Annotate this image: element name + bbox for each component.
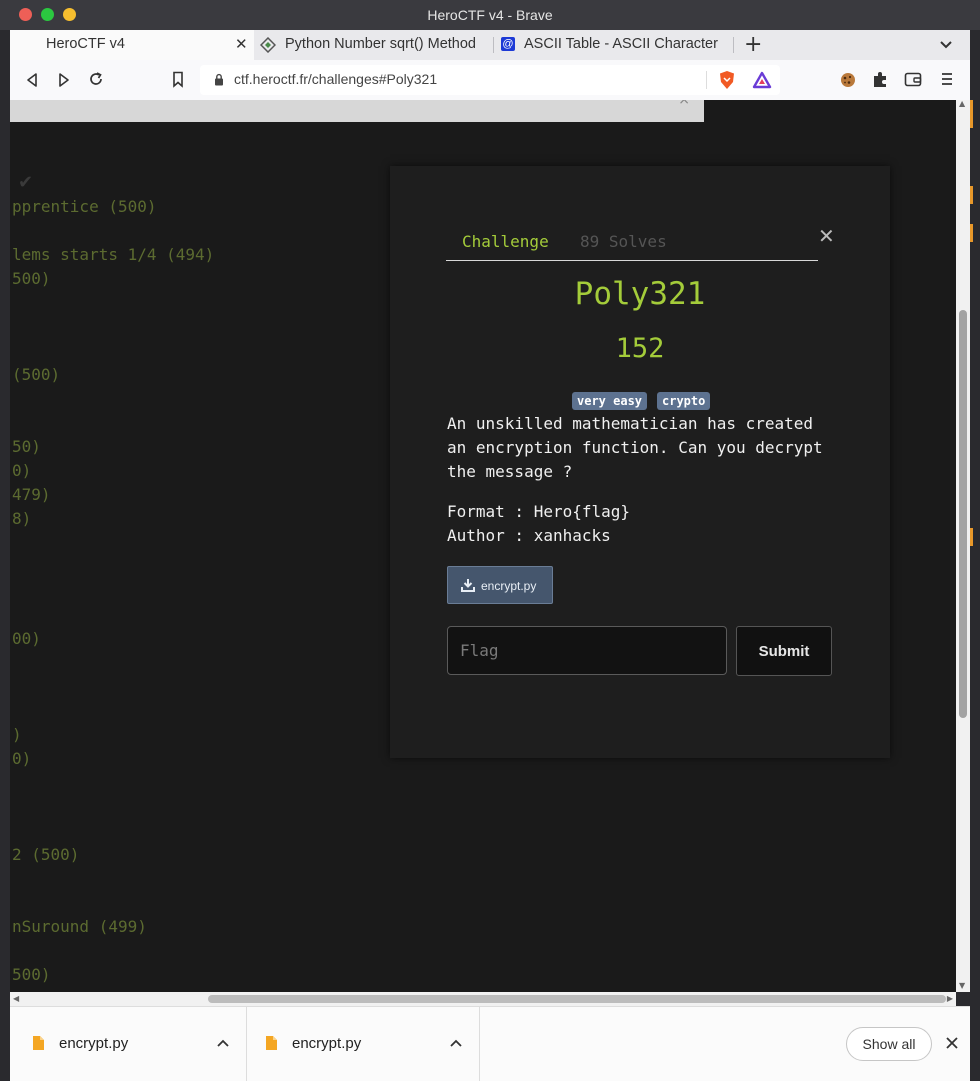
tab-label: Python Number sqrt() Method <box>285 36 476 52</box>
challenge-name: Poly321 <box>574 276 706 312</box>
forward-arrow-icon[interactable] <box>57 72 71 88</box>
challenge-list-item[interactable]: (500) <box>12 365 60 384</box>
download-item[interactable]: encrypt.py <box>10 1007 247 1081</box>
scroll-up-arrow-icon[interactable]: ▲ <box>959 99 965 108</box>
tag-difficulty: very easy <box>572 392 648 410</box>
checkmark-icon: ✔ <box>18 172 34 193</box>
scroll-right-arrow-icon[interactable]: ▶ <box>947 994 953 1003</box>
tab-list-chevron-down-icon[interactable] <box>939 40 953 50</box>
new-tab-plus-icon[interactable]: + <box>744 32 762 57</box>
download-filename: encrypt.py <box>59 1035 129 1052</box>
show-all-downloads-button[interactable]: Show all <box>846 1027 932 1061</box>
vertical-scrollbar[interactable]: ▲ ▼ <box>956 99 970 992</box>
download-file-label: encrypt.py <box>481 579 537 593</box>
tab-close-icon[interactable]: ✕ <box>235 35 248 53</box>
challenge-list-item[interactable]: nSuround (499) <box>12 917 147 936</box>
horizontal-scrollbar[interactable]: ◀ ▶ <box>10 992 956 1006</box>
download-bar: encrypt.py encrypt.py Show all <box>10 1006 970 1081</box>
lock-icon[interactable] <box>214 73 224 86</box>
chevron-up-icon[interactable] <box>450 1039 462 1047</box>
challenge-list-item[interactable]: ) <box>12 725 22 744</box>
flag-input[interactable] <box>447 626 727 675</box>
extensions-puzzle-icon[interactable] <box>872 71 888 88</box>
tab-python-sqrt[interactable]: Python Number sqrt() Method <box>254 30 494 60</box>
challenge-list-item[interactable]: 479) <box>12 485 51 504</box>
tab-heroctf[interactable]: HeroCTF v4 ✕ <box>10 30 254 60</box>
tab-label: ASCII Table - ASCII Character <box>524 36 718 52</box>
challenge-list-item[interactable]: 50) <box>12 437 41 456</box>
challenge-list-item[interactable]: lems starts 1/4 (494) <box>12 245 214 264</box>
challenge-list-item[interactable]: 0) <box>12 749 31 768</box>
notification-banner: × <box>10 100 704 122</box>
side-marker <box>970 186 973 204</box>
close-download-bar-icon[interactable] <box>946 1037 958 1049</box>
brave-shields-icon[interactable] <box>718 70 736 90</box>
tag-category: crypto <box>657 392 711 410</box>
challenge-modal: Challenge 89 Solves ✕ Poly321 152 very e… <box>390 166 890 758</box>
side-marker <box>970 224 973 242</box>
challenge-list-item[interactable]: 500) <box>12 269 51 288</box>
submit-button[interactable]: Submit <box>736 626 832 676</box>
download-icon <box>461 579 475 592</box>
notice-close-icon[interactable]: × <box>678 100 690 108</box>
challenge-description: An unskilled mathematician has created a… <box>447 414 823 481</box>
horizontal-scroll-thumb[interactable] <box>208 995 946 1003</box>
scroll-down-arrow-icon[interactable]: ▼ <box>959 981 965 990</box>
challenge-list-item[interactable]: pprentice (500) <box>12 197 157 216</box>
tab-ascii-table[interactable]: @ ASCII Table - ASCII Character <box>494 30 734 60</box>
cookie-extension-icon[interactable] <box>840 72 856 88</box>
chevron-up-icon[interactable] <box>217 1039 229 1047</box>
modal-close-icon[interactable]: ✕ <box>818 224 835 248</box>
download-filename: encrypt.py <box>292 1035 362 1052</box>
window-titlebar: HeroCTF v4 - Brave <box>0 0 980 30</box>
window-title: HeroCTF v4 - Brave <box>427 7 553 23</box>
address-bar[interactable]: ctf.heroctf.fr/challenges#Poly321 <box>200 65 780 95</box>
side-marker <box>970 528 973 546</box>
tab-solves[interactable]: 89 Solves <box>580 232 667 251</box>
at-sign-favicon-icon: @ <box>501 37 515 51</box>
vertical-scroll-thumb[interactable] <box>959 310 967 718</box>
challenge-points: 152 <box>615 333 665 364</box>
challenge-list-item[interactable]: 500) <box>12 965 51 984</box>
challenge-list-item[interactable]: 0) <box>12 461 31 480</box>
page-content: × ✔ pprentice (500) lems starts 1/4 (494… <box>10 100 956 992</box>
scroll-left-arrow-icon[interactable]: ◀ <box>13 994 19 1003</box>
bookmark-icon[interactable] <box>172 71 184 88</box>
side-marker <box>970 100 973 128</box>
site-favicon-icon <box>260 37 276 53</box>
back-arrow-icon[interactable] <box>25 72 39 88</box>
tab-strip: HeroCTF v4 ✕ Python Number sqrt() Method… <box>10 30 970 60</box>
reload-icon[interactable] <box>88 71 104 87</box>
download-item[interactable]: encrypt.py <box>247 1007 480 1081</box>
challenge-list-item[interactable]: 8) <box>12 509 31 528</box>
download-file-button[interactable]: encrypt.py <box>447 566 553 604</box>
brave-rewards-icon[interactable] <box>752 71 772 89</box>
wallet-icon[interactable] <box>904 72 922 87</box>
tab-label: HeroCTF v4 <box>46 36 125 52</box>
file-icon <box>266 1036 277 1050</box>
modal-tabs: Challenge 89 Solves <box>446 232 818 261</box>
challenge-list-item[interactable]: 2 (500) <box>12 845 79 864</box>
challenge-author: Author : xanhacks <box>447 526 611 545</box>
challenge-format: Format : Hero{flag} <box>447 502 631 521</box>
tab-challenge[interactable]: Challenge <box>462 232 549 251</box>
file-icon <box>33 1036 44 1050</box>
hamburger-menu-icon[interactable] <box>940 72 954 86</box>
url-text[interactable]: ctf.heroctf.fr/challenges#Poly321 <box>234 71 437 87</box>
browser-toolbar: ctf.heroctf.fr/challenges#Poly321 <box>10 60 970 101</box>
challenge-list-item[interactable]: 00) <box>12 629 41 648</box>
